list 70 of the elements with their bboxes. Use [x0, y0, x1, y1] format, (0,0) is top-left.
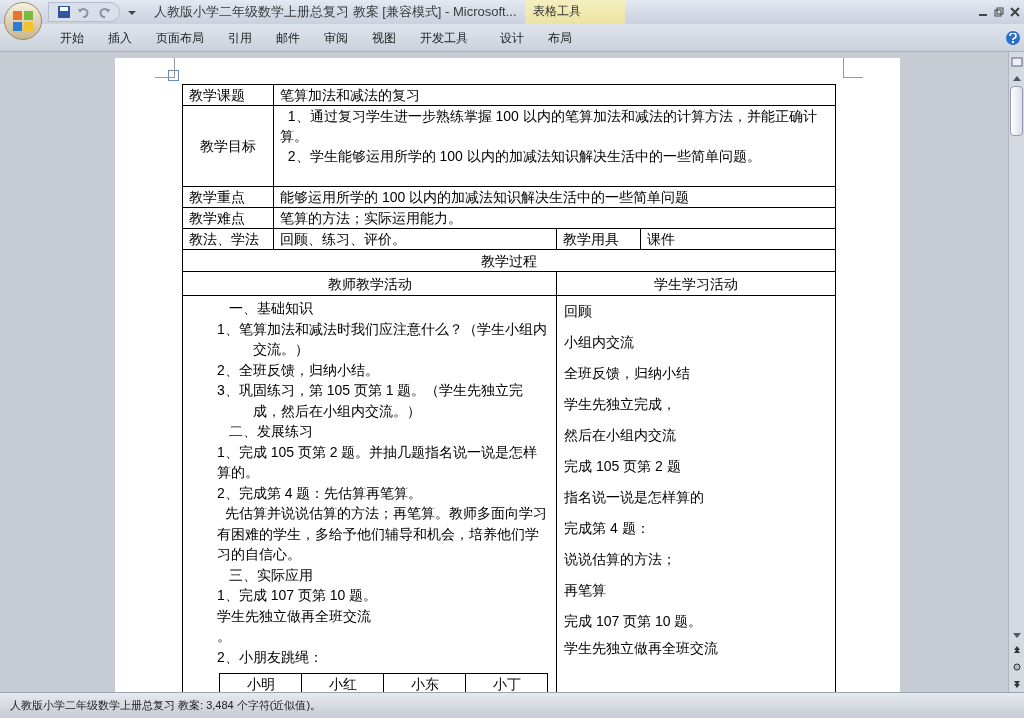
table-cell: 教学难点	[183, 208, 274, 228]
ribbon-tab[interactable]: 引用	[216, 25, 264, 50]
ruler-toggle-icon[interactable]	[1010, 56, 1023, 68]
table-cell-text: 课件	[646, 230, 676, 249]
ribbon-tab[interactable]: 开发工具	[408, 25, 480, 50]
scroll-down-icon[interactable]	[1011, 632, 1022, 640]
table-cell-text: 三、实际应用	[228, 565, 314, 585]
table-cell-text: 完成 107 页第 10 题。	[564, 612, 704, 631]
customize-menu-icon[interactable]	[128, 8, 136, 16]
table-cell: 教学用具	[557, 229, 641, 249]
close-icon[interactable]	[1010, 7, 1020, 17]
scroll-thumb[interactable]	[1010, 86, 1023, 136]
table-cell-text: 。	[217, 627, 232, 646]
table-cell-text: 1、笔算加法和减法时我们应注意什么？（学生小组内交流。）	[217, 319, 548, 359]
margin-corner-mark	[843, 58, 863, 78]
context-tab-label: 表格工具	[524, 0, 625, 24]
table-cell-text: 笔算的方法；实际运用能力。	[280, 209, 463, 228]
table-cell-text: 2、小朋友跳绳：	[217, 647, 324, 667]
save-icon[interactable]	[57, 5, 71, 19]
restore-icon[interactable]	[994, 7, 1004, 17]
office-logo-icon	[12, 10, 34, 32]
table-cell-text: 2、完成第 4 题：先估算再笔算。	[217, 483, 424, 503]
table-cell-text: 1、通过复习学生进一步熟练掌握 100 以内的笔算加法和减法的计算方法，并能正确计算。	[280, 107, 818, 146]
table-cell: 教学重点	[183, 187, 274, 207]
vertical-scrollbar[interactable]	[1008, 52, 1024, 692]
table-cell-text: 小组内交流	[564, 333, 635, 352]
table-cell-text: 说说估算的方法；	[564, 550, 677, 569]
table-cell: 教学课题	[183, 85, 274, 105]
table-cell-text: 一、基础知识	[228, 299, 314, 318]
table-cell-text: 学生先独立做再全班交流	[564, 639, 719, 658]
table-cell-text: 完成 105 页第 2 题	[564, 457, 682, 476]
table-cell: 教法、学法	[183, 229, 274, 249]
table-cell-text: 学生先独立完成，	[564, 395, 677, 414]
table-cell: 教师教学活动	[183, 272, 557, 295]
table-cell-text: 完成第 4 题：	[564, 519, 651, 538]
table-cell-text: 学生学习活动	[653, 275, 739, 294]
ribbon-tab[interactable]: 视图	[360, 25, 408, 50]
table-cell-text: 1、完成 107 页第 10 题。	[217, 586, 379, 605]
table-cell-text: 小丁	[491, 675, 522, 692]
table-cell: 教学过程	[183, 250, 835, 272]
table-cell: 教学目标	[183, 106, 274, 186]
table-cell-text: 1、完成 105 页第 2 题。并抽几题指名说一说是怎样算的。	[217, 442, 539, 482]
status-text: 人教版小学二年级数学上册总复习 教案: 3,484 个字符(近似值)。	[10, 698, 322, 714]
table-cell-text: 先估算并说说估算的方法；再笔算。教师多面向学习有困难的学生，多给予他们辅导和机会，培养他们学习的自信心。	[217, 504, 548, 564]
table-cell-text: 再笔算	[564, 581, 607, 600]
table-cell-text: 2、全班反馈，归纳小结。	[217, 360, 380, 380]
table-cell-text: 回顾	[564, 302, 593, 321]
table-cell: 回顾、练习、评价。	[274, 229, 557, 249]
table-cell-text: 学生先独立做再全班交流	[217, 606, 372, 626]
table-cell-text: 笔算加法和减法的复习	[280, 86, 421, 105]
table-cell-text: 二、发展练习	[228, 422, 314, 441]
ribbon-tab[interactable]: 页面布局	[144, 25, 216, 50]
ribbon-tab[interactable]: 设计	[488, 25, 536, 50]
table-cell-text: 然后在小组内交流	[564, 426, 677, 445]
table-move-handle-icon[interactable]	[168, 70, 179, 81]
ribbon-tab[interactable]: 插入	[96, 25, 144, 50]
margin-corner-mark	[155, 58, 175, 78]
window-title: 人教版小学二年级数学上册总复习 教案 [兼容模式] - Microsoft...	[154, 3, 517, 22]
table-cell-text: 3、巩固练习，第 105 页第 1 题。（学生先独立完成，然后在小组内交流。）	[217, 381, 525, 421]
help-icon[interactable]	[1006, 30, 1020, 45]
ribbon-tab[interactable]: 开始	[48, 25, 96, 50]
ribbon-tab[interactable]: 布局	[536, 25, 584, 50]
ribbon-tab[interactable]: 审阅	[312, 25, 360, 50]
table-cell-text: 2、学生能够运用所学的 100 以内的加减法知识解决生活中的一些简单问题。	[286, 147, 762, 166]
table-cell-text: 指名说一说是怎样算的	[564, 488, 705, 507]
table-cell-text: 能够运用所学的 100 以内的加减法知识解决生活中的一些简单问题	[280, 188, 691, 207]
ribbon-tab[interactable]: 邮件	[264, 25, 312, 50]
office-button[interactable]	[4, 2, 42, 40]
table-cell-text: 全班反馈，归纳小结	[564, 364, 691, 383]
scroll-up-icon[interactable]	[1011, 74, 1022, 82]
